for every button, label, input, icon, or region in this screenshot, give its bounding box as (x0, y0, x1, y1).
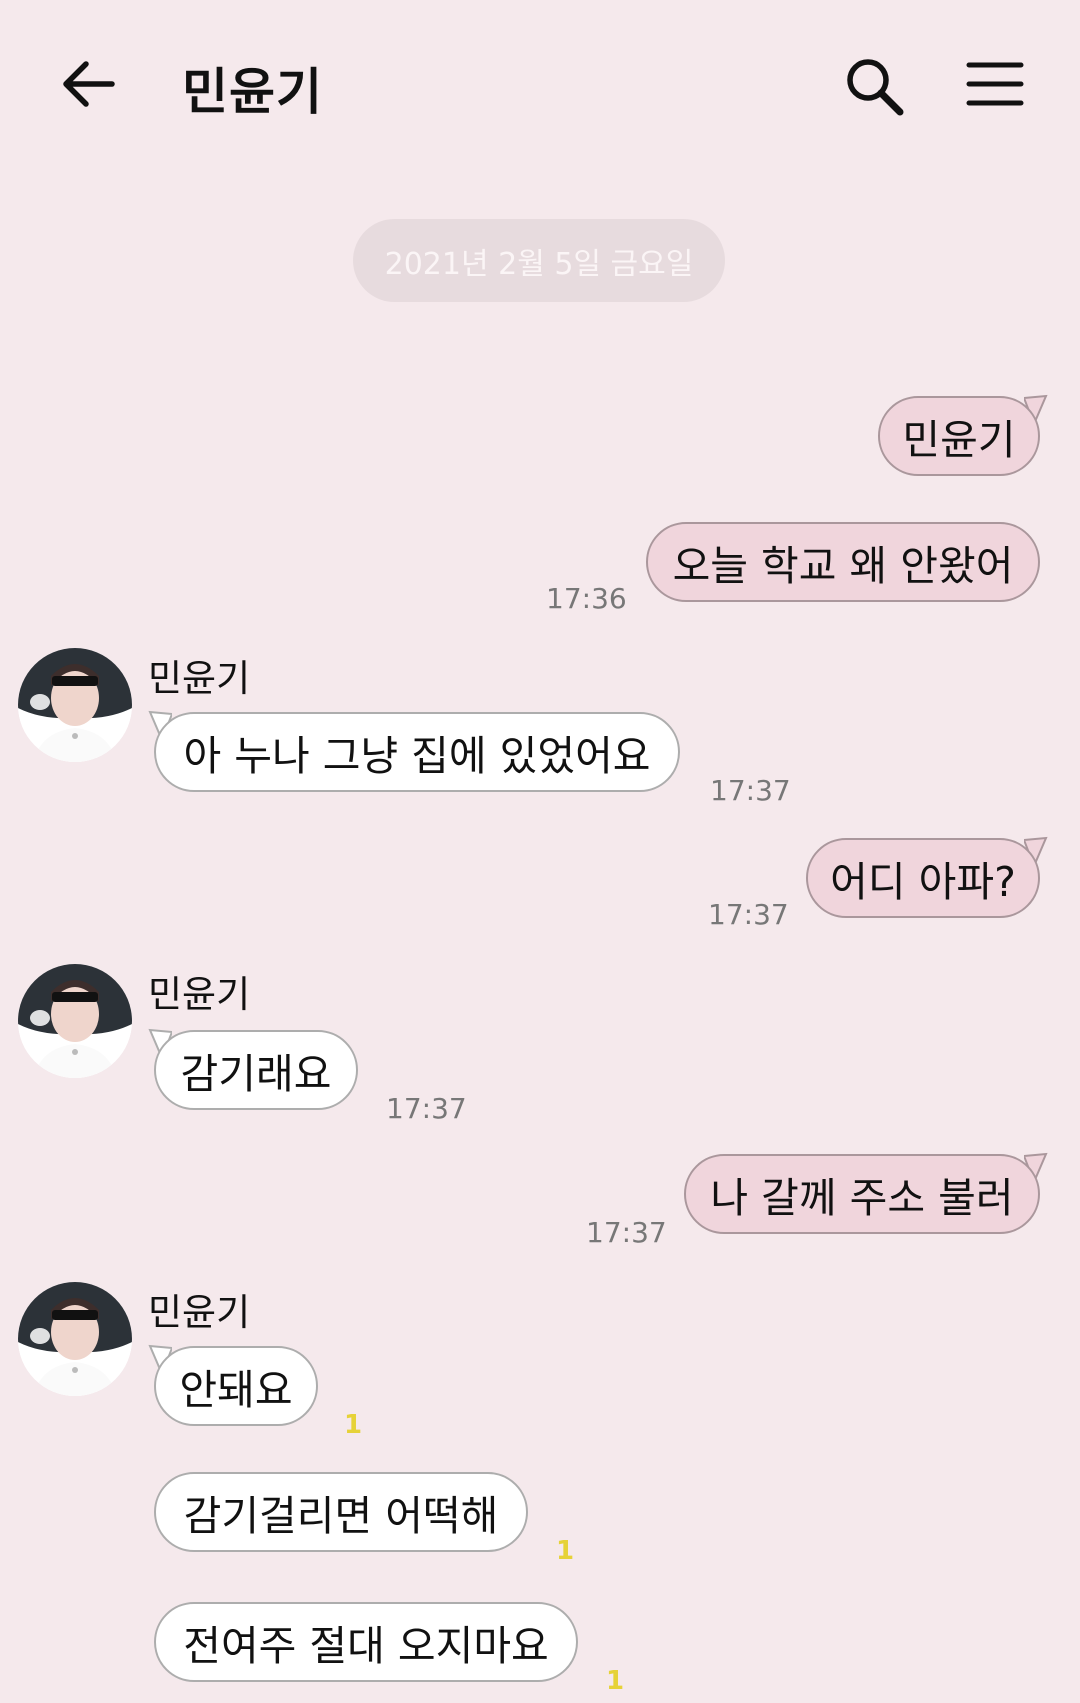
profile-photo (18, 648, 132, 762)
search-button[interactable] (844, 56, 906, 118)
message-text: 감기걸리면 어떡해 (183, 1492, 499, 1540)
profile-photo (18, 1282, 132, 1396)
sender-name: 민윤기 (148, 1291, 251, 1334)
chat-title: 민윤기 (182, 63, 323, 121)
outgoing-message[interactable]: 어디 아파? (806, 838, 1040, 918)
message-text: 전여주 절대 오지마요 (183, 1622, 549, 1670)
incoming-message[interactable]: 아 누나 그냥 집에 있었어요 (154, 712, 680, 792)
avatar[interactable] (18, 648, 132, 762)
message-text: 안돼요 (179, 1366, 293, 1414)
avatar[interactable] (18, 1282, 132, 1396)
search-icon (847, 59, 904, 116)
incoming-message[interactable]: 감기래요 (154, 1030, 358, 1110)
message-text: 감기래요 (180, 1050, 332, 1098)
sender-name: 민윤기 (148, 973, 251, 1016)
message-text: 오늘 학교 왜 안왔어 (672, 542, 1014, 590)
avatar[interactable] (18, 964, 132, 1078)
menu-icon (966, 62, 1024, 106)
menu-button[interactable] (966, 60, 1024, 108)
message-time: 17:36 (546, 582, 627, 615)
incoming-message[interactable]: 전여주 절대 오지마요 (154, 1602, 578, 1682)
message-time: 17:37 (386, 1092, 467, 1125)
message-time: 17:37 (710, 774, 791, 807)
message-text: 아 누나 그냥 집에 있었어요 (183, 732, 651, 780)
sender-name: 민윤기 (148, 657, 251, 700)
message-time: 17:37 (708, 898, 789, 931)
message-text: 어디 아파? (830, 858, 1016, 906)
unread-count: 1 (606, 1666, 625, 1696)
profile-photo (18, 964, 132, 1078)
date-divider: 2021년 2월 5일 금요일 (353, 219, 725, 302)
incoming-message[interactable]: 안돼요 (154, 1346, 318, 1426)
incoming-message[interactable]: 감기걸리면 어떡해 (154, 1472, 528, 1552)
back-button[interactable] (60, 58, 116, 110)
message-time: 17:37 (586, 1216, 667, 1249)
unread-count: 1 (556, 1536, 575, 1566)
outgoing-message[interactable]: 오늘 학교 왜 안왔어 (646, 522, 1040, 602)
unread-count: 1 (344, 1410, 363, 1440)
outgoing-message[interactable]: 민윤기 (878, 396, 1040, 476)
back-arrow-icon (63, 61, 115, 107)
chat-header: 민윤기 (0, 0, 1080, 175)
message-text: 민윤기 (902, 416, 1016, 464)
outgoing-message[interactable]: 나 갈께 주소 불러 (684, 1154, 1040, 1234)
message-text: 나 갈께 주소 불러 (710, 1174, 1014, 1222)
